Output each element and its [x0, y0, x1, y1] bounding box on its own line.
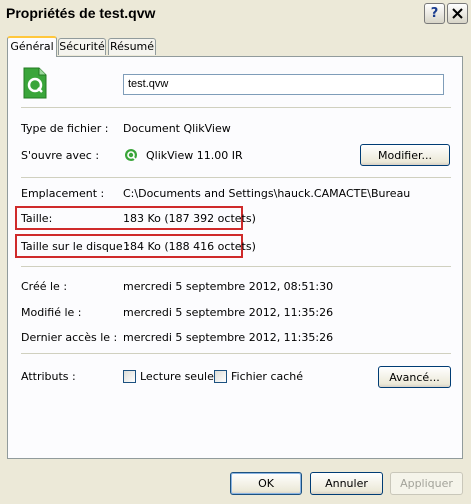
help-icon: ?: [430, 6, 439, 21]
size-label: Taille:: [21, 212, 53, 225]
readonly-checkbox[interactable]: [123, 370, 136, 383]
divider: [21, 353, 451, 354]
attributes-label: Attributs :: [21, 370, 76, 383]
last-accessed-value: mercredi 5 septembre 2012, 11:35:26: [123, 331, 334, 344]
last-accessed-label: Dernier accès le :: [21, 331, 118, 344]
divider: [21, 266, 451, 267]
change-button[interactable]: Modifier...: [360, 144, 450, 166]
title-bar: Propriétés de test.qvw ?: [0, 0, 471, 27]
general-panel: test.qvw Type de fichier : Document Qlik…: [7, 56, 463, 459]
advanced-button[interactable]: Avancé...: [378, 366, 451, 388]
modified-label: Modifié le :: [21, 306, 82, 319]
close-button[interactable]: [447, 3, 468, 24]
hidden-label[interactable]: Fichier caché: [231, 370, 303, 383]
opens-with-label: S'ouvre avec :: [21, 149, 100, 162]
location-value: C:\Documents and Settings\hauck.CAMACTE\…: [123, 187, 411, 200]
readonly-label[interactable]: Lecture seule: [140, 370, 214, 383]
tab-general[interactable]: Général: [7, 36, 57, 57]
modified-value: mercredi 5 septembre 2012, 11:35:26: [123, 306, 334, 319]
divider: [21, 107, 451, 108]
cancel-button[interactable]: Annuler: [310, 472, 383, 495]
location-label: Emplacement :: [21, 187, 105, 200]
created-label: Créé le :: [21, 280, 68, 293]
tab-summary[interactable]: Résumé: [108, 38, 156, 55]
qlikview-file-icon: [23, 67, 47, 99]
file-name-field[interactable]: test.qvw: [123, 74, 444, 95]
close-icon: [452, 8, 463, 19]
divider: [21, 177, 451, 178]
file-type-label: Type de fichier :: [21, 122, 109, 135]
file-type-value: Document QlikView: [123, 122, 231, 135]
apply-button[interactable]: Appliquer: [390, 472, 463, 495]
hidden-checkbox[interactable]: [214, 370, 227, 383]
size-on-disk-label: Taille sur le disque :: [21, 240, 130, 253]
created-value: mercredi 5 septembre 2012, 08:51:30: [123, 280, 334, 293]
tab-security[interactable]: Sécurité: [58, 38, 106, 55]
size-value: 183 Ko (187 392 octets): [123, 212, 256, 225]
ok-button[interactable]: OK: [230, 472, 302, 495]
window-title: Propriétés de test.qvw: [6, 5, 156, 21]
help-button[interactable]: ?: [424, 3, 445, 24]
opens-with-value: QlikView 11.00 IR: [146, 149, 243, 162]
size-on-disk-value: 184 Ko (188 416 octets): [123, 240, 256, 253]
qlikview-app-icon: [124, 148, 138, 165]
